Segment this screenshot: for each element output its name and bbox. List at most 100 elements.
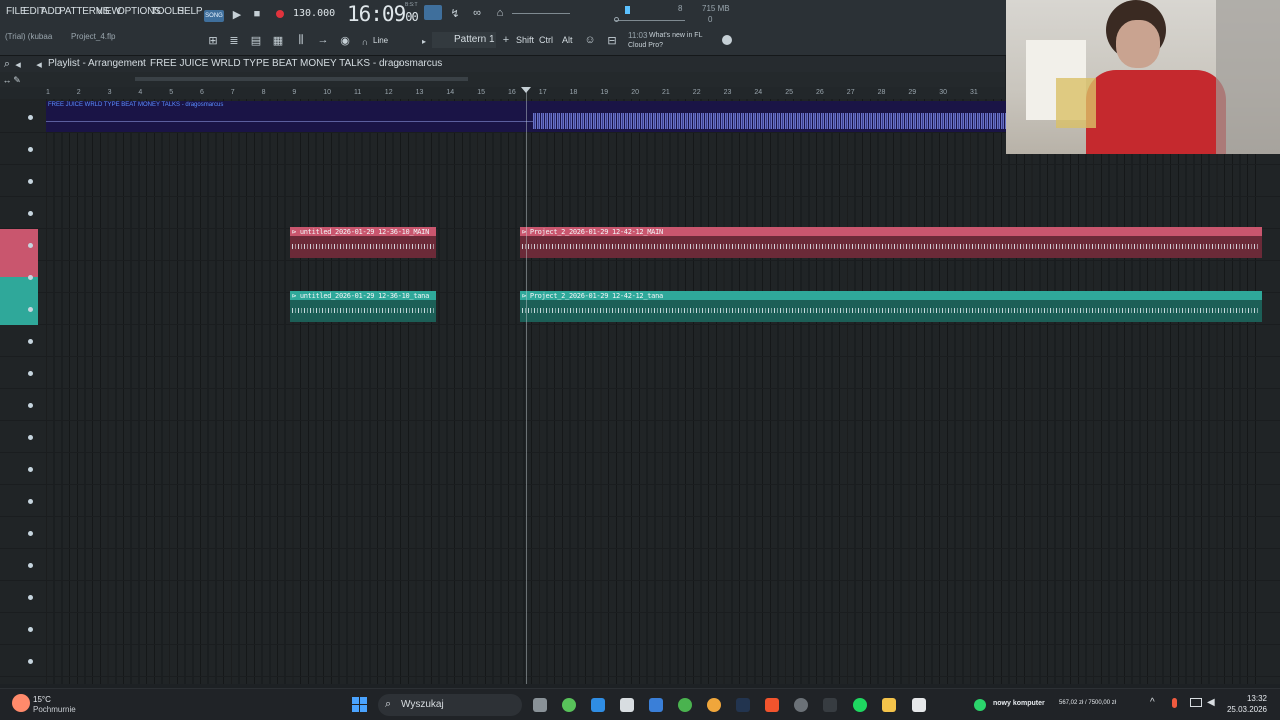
speaker-icon[interactable]: ◂	[11, 57, 25, 71]
ruler-bar-26[interactable]: 26	[816, 89, 824, 96]
track-header[interactable]	[0, 197, 38, 229]
microphone-icon[interactable]: ◉	[338, 33, 352, 47]
alt-button[interactable]: Alt	[562, 35, 573, 45]
draw-tool-icon[interactable]: ✎	[10, 73, 24, 87]
ruler-bar-18[interactable]: 18	[570, 89, 578, 96]
track-row[interactable]	[0, 613, 1280, 645]
vscode-icon[interactable]	[591, 698, 605, 712]
ruler-bar-21[interactable]: 21	[662, 89, 670, 96]
ruler-bar-17[interactable]: 17	[539, 89, 547, 96]
track-header[interactable]	[0, 357, 38, 389]
ruler-bar-29[interactable]: 29	[908, 89, 916, 96]
track-header[interactable]	[0, 133, 38, 165]
ruler-bar-27[interactable]: 27	[847, 89, 855, 96]
track-header[interactable]	[0, 229, 38, 261]
horizontal-scrollbar[interactable]	[135, 77, 468, 81]
volume-icon[interactable]: ◀	[1207, 697, 1215, 708]
track-row[interactable]	[0, 261, 1280, 293]
track-mute-icon[interactable]	[28, 499, 33, 504]
smiley-icon[interactable]: ☺	[583, 33, 597, 47]
track-header[interactable]	[0, 613, 38, 645]
pattern-selector[interactable]: Pattern 1	[432, 32, 496, 48]
snap-mode[interactable]: Line	[373, 36, 388, 45]
arrow-right-icon[interactable]: →	[316, 33, 330, 47]
ruler-bar-13[interactable]: 13	[416, 89, 424, 96]
file-explorer-icon[interactable]	[882, 698, 896, 712]
snap-dropdown-icon[interactable]: ▸	[417, 34, 431, 48]
steam-icon[interactable]	[736, 698, 750, 712]
track-mute-icon[interactable]	[28, 371, 33, 376]
track-mute-icon[interactable]	[28, 467, 33, 472]
snap-to-grid-icon[interactable]: ⊞	[206, 33, 220, 47]
audio-clip[interactable]: ⊳ Project_2_2026-01-29 12-42-12_MAIN	[520, 227, 1262, 258]
track-mute-icon[interactable]	[28, 115, 33, 120]
weather-text[interactable]: Pochmurnie	[33, 705, 76, 714]
play-icon[interactable]: ▶	[230, 7, 244, 21]
ruler-bar-23[interactable]: 23	[724, 89, 732, 96]
audio-clip[interactable]: ⊳ Project_2_2026-01-29 12-42-12_tana	[520, 291, 1262, 322]
track-header[interactable]	[0, 485, 38, 517]
track-header[interactable]	[0, 261, 38, 293]
ruler-bar-11[interactable]: 11	[354, 89, 361, 96]
weather-icon[interactable]	[12, 694, 30, 712]
track-mute-icon[interactable]	[28, 147, 33, 152]
playlist-tracks[interactable]: FREE JUICE WRLD TYPE BEAT MONEY TALKS - …	[0, 99, 1280, 684]
ruler-bar-30[interactable]: 30	[939, 89, 947, 96]
track-mute-icon[interactable]	[28, 659, 33, 664]
ruler-bar-7[interactable]: 7	[231, 89, 235, 96]
pitch-knob-icon[interactable]	[614, 17, 619, 22]
metronome-icon[interactable]: ⌂	[493, 6, 507, 20]
ruler-bar-4[interactable]: 4	[138, 89, 142, 96]
ruler-bar-24[interactable]: 24	[754, 89, 762, 96]
ctrl-button[interactable]: Ctrl	[539, 35, 553, 45]
magnet-icon[interactable]: ∩	[358, 35, 372, 49]
ruler-bar-2[interactable]: 2	[77, 89, 81, 96]
track-mute-icon[interactable]	[28, 243, 33, 248]
weather-temp[interactable]: 15°C	[33, 695, 51, 704]
settings-icon[interactable]	[794, 698, 808, 712]
notepad-icon[interactable]	[912, 698, 926, 712]
online-icon[interactable]	[722, 35, 732, 45]
track-header[interactable]	[0, 517, 38, 549]
ruler-bar-16[interactable]: 16	[508, 89, 516, 96]
store-icon[interactable]	[649, 698, 663, 712]
ruler-bar-1[interactable]: 1	[46, 89, 50, 96]
track-row[interactable]	[0, 197, 1280, 229]
track-header[interactable]	[0, 101, 38, 133]
mixer-icon[interactable]: ⫼	[294, 33, 308, 47]
track-mute-icon[interactable]	[28, 179, 33, 184]
ruler-bar-6[interactable]: 6	[200, 89, 204, 96]
master-pitch-slider[interactable]	[615, 20, 685, 21]
audio-clip[interactable]: ⊳ untitled_2026-01-29 12-36-10_MAIN	[290, 227, 436, 258]
playlist-icon[interactable]: ≣	[227, 33, 241, 47]
spotify-icon[interactable]	[853, 698, 867, 712]
channel-rack-icon[interactable]: ▦	[271, 33, 285, 47]
track-header[interactable]	[0, 293, 38, 325]
track-mute-icon[interactable]	[28, 307, 33, 312]
ruler-bar-3[interactable]: 3	[108, 89, 112, 96]
track-header[interactable]	[0, 421, 38, 453]
record-icon[interactable]	[276, 10, 284, 18]
song-mode-toggle[interactable]: SONG	[204, 10, 224, 22]
loop-record-icon[interactable]: ∞	[470, 6, 484, 20]
cart-icon[interactable]: ⊟	[605, 33, 619, 47]
piano-roll-icon[interactable]: ▤	[249, 33, 263, 47]
mail-icon[interactable]	[620, 698, 634, 712]
track-row[interactable]	[0, 517, 1280, 549]
breadcrumb-playlist[interactable]: Playlist - Arrangement	[48, 58, 146, 69]
track-header[interactable]	[0, 165, 38, 197]
options-arrow-icon[interactable]: ◂	[32, 57, 46, 71]
pattern-song-icon[interactable]	[424, 5, 442, 20]
master-volume-slider[interactable]	[512, 13, 570, 14]
track-row[interactable]	[0, 357, 1280, 389]
ruler-bar-9[interactable]: 9	[292, 89, 296, 96]
track-mute-icon[interactable]	[28, 435, 33, 440]
playhead[interactable]	[526, 87, 527, 684]
news-link[interactable]: What's new in FL Cloud Pro?	[628, 31, 708, 51]
project-name[interactable]: Project_4.flp	[71, 32, 115, 41]
clock-time[interactable]: 13:32	[1242, 694, 1267, 703]
ruler-bar-8[interactable]: 8	[262, 89, 266, 96]
tray-chevron-icon[interactable]: ^	[1150, 697, 1155, 708]
track-mute-icon[interactable]	[28, 563, 33, 568]
chrome-icon[interactable]	[678, 698, 692, 712]
